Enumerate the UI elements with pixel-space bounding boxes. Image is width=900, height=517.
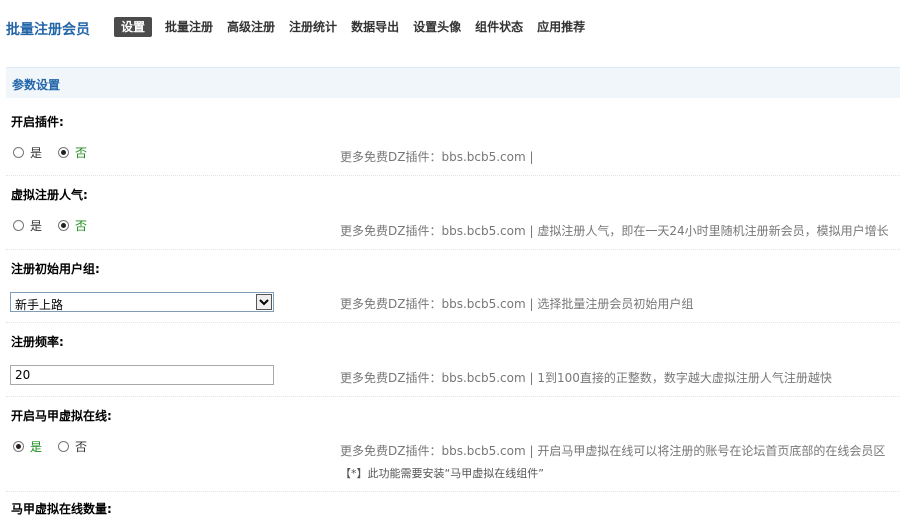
section-title: 参数设置 bbox=[12, 78, 61, 92]
initial-group-select[interactable]: 新手上路 bbox=[10, 292, 274, 312]
vest-online-radio-group: 是 否 bbox=[13, 438, 103, 455]
vest-online-yes-radio[interactable] bbox=[13, 441, 24, 452]
vest-online-count-label: 马甲虚拟在线数量: bbox=[11, 502, 112, 516]
virtual-popularity-yes-label[interactable]: 是 bbox=[30, 217, 42, 234]
virtual-popularity-yes-radio[interactable] bbox=[13, 220, 24, 231]
divider bbox=[6, 175, 900, 176]
plugin-title: 批量注册会员 bbox=[6, 22, 90, 38]
virtual-popularity-radio-group: 是 否 bbox=[13, 217, 103, 234]
divider bbox=[6, 396, 900, 397]
enable-plugin-hint: 更多免费DZ插件：bbs.bcb5.com | bbox=[340, 150, 534, 164]
chevron-down-icon[interactable] bbox=[256, 294, 272, 310]
vest-online-yes-label[interactable]: 是 bbox=[30, 438, 42, 455]
tab-register-stats[interactable]: 注册统计 bbox=[282, 17, 344, 37]
virtual-popularity-no-label[interactable]: 否 bbox=[75, 217, 87, 234]
tab-bar: 设置 批量注册 高级注册 注册统计 数据导出 设置头像 组件状态 应用推荐 bbox=[114, 17, 592, 37]
vest-online-no-radio[interactable] bbox=[58, 441, 70, 452]
tab-batch-register[interactable]: 批量注册 bbox=[158, 17, 220, 37]
vest-online-note: 【*】此功能需要安装“马甲虚拟在线组件” bbox=[340, 467, 544, 480]
vest-online-no-label[interactable]: 否 bbox=[75, 438, 87, 455]
tab-set-avatar[interactable]: 设置头像 bbox=[406, 17, 468, 37]
virtual-popularity-label: 虚拟注册人气: bbox=[11, 188, 88, 202]
initial-group-hint: 更多免费DZ插件：bbs.bcb5.com | 选择批量注册会员初始用户组 bbox=[340, 297, 694, 311]
enable-plugin-no-radio[interactable] bbox=[58, 147, 70, 158]
tab-component-status[interactable]: 组件状态 bbox=[468, 17, 530, 37]
tab-data-export[interactable]: 数据导出 bbox=[344, 17, 406, 37]
enable-plugin-no-label[interactable]: 否 bbox=[75, 144, 87, 161]
tab-app-recommend[interactable]: 应用推荐 bbox=[530, 17, 592, 37]
divider bbox=[6, 249, 900, 250]
enable-plugin-yes-label[interactable]: 是 bbox=[30, 144, 42, 161]
enable-plugin-radio-group: 是 否 bbox=[13, 144, 103, 161]
tab-advanced-register[interactable]: 高级注册 bbox=[220, 17, 282, 37]
virtual-popularity-hint: 更多免费DZ插件：bbs.bcb5.com | 虚拟注册人气，即在一天24小时里… bbox=[340, 224, 889, 238]
frequency-hint: 更多免费DZ插件：bbs.bcb5.com | 1到100直接的正整数，数字越大… bbox=[340, 371, 832, 385]
vest-online-hint: 更多免费DZ插件：bbs.bcb5.com | 开启马甲虚拟在线可以将注册的账号… bbox=[340, 444, 886, 458]
initial-group-label: 注册初始用户组: bbox=[11, 262, 100, 276]
section-header: 参数设置 bbox=[6, 67, 900, 98]
divider bbox=[6, 322, 900, 323]
vest-online-label: 开启马甲虚拟在线: bbox=[11, 409, 112, 423]
virtual-popularity-no-radio[interactable] bbox=[58, 220, 70, 231]
tab-settings[interactable]: 设置 bbox=[114, 17, 153, 37]
enable-plugin-yes-radio[interactable] bbox=[13, 147, 24, 158]
frequency-input[interactable]: 20 bbox=[10, 365, 274, 385]
divider bbox=[6, 491, 900, 492]
enable-plugin-label: 开启插件: bbox=[11, 115, 64, 129]
frequency-label: 注册频率: bbox=[11, 335, 64, 349]
initial-group-selected-value: 新手上路 bbox=[15, 298, 64, 312]
top-nav: 批量注册会员 设置 批量注册 高级注册 注册统计 数据导出 设置头像 组件状态 … bbox=[0, 0, 900, 58]
